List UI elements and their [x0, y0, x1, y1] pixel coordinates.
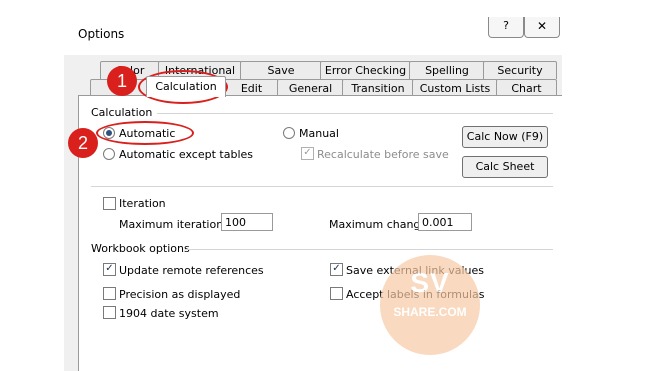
calc-sheet-button[interactable]: Calc Sheet: [462, 156, 548, 178]
calculation-section-label: Calculation: [91, 106, 153, 119]
tab-security[interactable]: Security: [483, 61, 557, 79]
divider: [91, 186, 553, 187]
accept-labels-in-formulas-checkbox[interactable]: [330, 287, 343, 300]
max-change-label: Maximum change:: [329, 218, 431, 231]
manual-label: Manual: [299, 127, 339, 140]
workbook-options-label: Workbook options: [91, 242, 190, 255]
dialog-title: Options: [78, 27, 125, 41]
close-button[interactable]: ✕: [524, 17, 560, 38]
precision-as-displayed-label: Precision as displayed: [119, 288, 241, 301]
recalc-before-save-label: Recalculate before save: [317, 148, 449, 161]
step-2-badge: 2: [68, 128, 98, 158]
tab-calculation[interactable]: Calculation: [146, 76, 226, 97]
automatic-except-tables-label: Automatic except tables: [119, 148, 253, 161]
watermark-line1: SV: [410, 267, 450, 298]
help-button[interactable]: ?: [488, 17, 524, 38]
save-external-link-values-checkbox[interactable]: ✓: [330, 263, 343, 276]
iteration-label: Iteration: [119, 197, 166, 210]
max-change-input[interactable]: 0.001: [418, 213, 472, 231]
divider: [157, 113, 553, 114]
precision-as-displayed-checkbox[interactable]: [103, 287, 116, 300]
calc-now-button[interactable]: Calc Now (F9): [462, 126, 548, 148]
update-remote-references-checkbox[interactable]: ✓: [103, 263, 116, 276]
recalc-before-save-checkbox[interactable]: ✓: [301, 147, 314, 160]
tab-spelling[interactable]: Spelling: [409, 61, 485, 79]
divider: [185, 249, 553, 250]
max-iterations-label: Maximum iterations:: [119, 218, 233, 231]
options-dialog: Options ? ✕ Color International Save Err…: [64, 15, 562, 371]
date-system-1904-checkbox[interactable]: [103, 306, 116, 319]
max-iterations-input[interactable]: 100: [221, 213, 273, 231]
update-remote-references-label: Update remote references: [119, 264, 264, 277]
watermark-line2: SHARE.COM: [393, 305, 467, 319]
tab-error-checking[interactable]: Error Checking: [320, 61, 411, 79]
tab-save[interactable]: Save: [240, 61, 322, 79]
automatic-option-highlight-ring: [96, 121, 194, 145]
iteration-checkbox[interactable]: [103, 197, 116, 210]
manual-radio[interactable]: [283, 127, 295, 139]
automatic-except-tables-radio[interactable]: [103, 148, 115, 160]
date-system-1904-label: 1904 date system: [119, 307, 219, 320]
title-bar: Options ? ✕: [64, 15, 562, 55]
watermark-logo: SV SHARE.COM: [380, 255, 480, 355]
step-1-badge: 1: [107, 66, 137, 96]
